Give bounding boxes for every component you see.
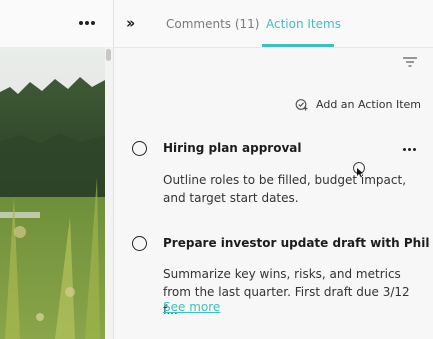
panel-tabs: ›› Comments (11) Action Items (114, 0, 433, 48)
add-action-item-label: Add an Action Item (316, 97, 421, 111)
landscape-photo-graphic (0, 47, 105, 339)
left-pane-header (0, 0, 113, 48)
item-more-options-icon[interactable] (403, 146, 417, 152)
complete-checkbox[interactable] (132, 141, 147, 156)
action-item-title[interactable]: Hiring plan approval (163, 141, 302, 155)
tab-comments[interactable]: Comments (11) (166, 17, 260, 31)
scrollbar-thumb[interactable] (106, 49, 111, 61)
cursor-icon (353, 162, 365, 178)
complete-checkbox[interactable] (132, 236, 147, 251)
active-tab-indicator (262, 44, 334, 47)
action-items-panel: ›› Comments (11) Action Items Add an Act… (114, 0, 433, 339)
filter-icon[interactable] (402, 56, 418, 68)
app-root: ›› Comments (11) Action Items Add an Act… (0, 0, 433, 339)
action-item-description: Outline roles to be filled, budget impac… (163, 173, 407, 205)
more-options-icon[interactable] (78, 15, 96, 31)
double-chevron-right-icon[interactable]: ›› (126, 14, 144, 32)
add-check-icon (295, 98, 308, 110)
scrollbar-track[interactable] (105, 47, 113, 339)
add-action-item-button[interactable]: Add an Action Item (295, 95, 421, 113)
see-more-link[interactable]: See more (163, 300, 220, 314)
tab-action-items[interactable]: Action Items (266, 17, 341, 31)
action-item-title[interactable]: Prepare investor update draft with Phil (163, 236, 429, 250)
landscape-photo (0, 47, 105, 339)
